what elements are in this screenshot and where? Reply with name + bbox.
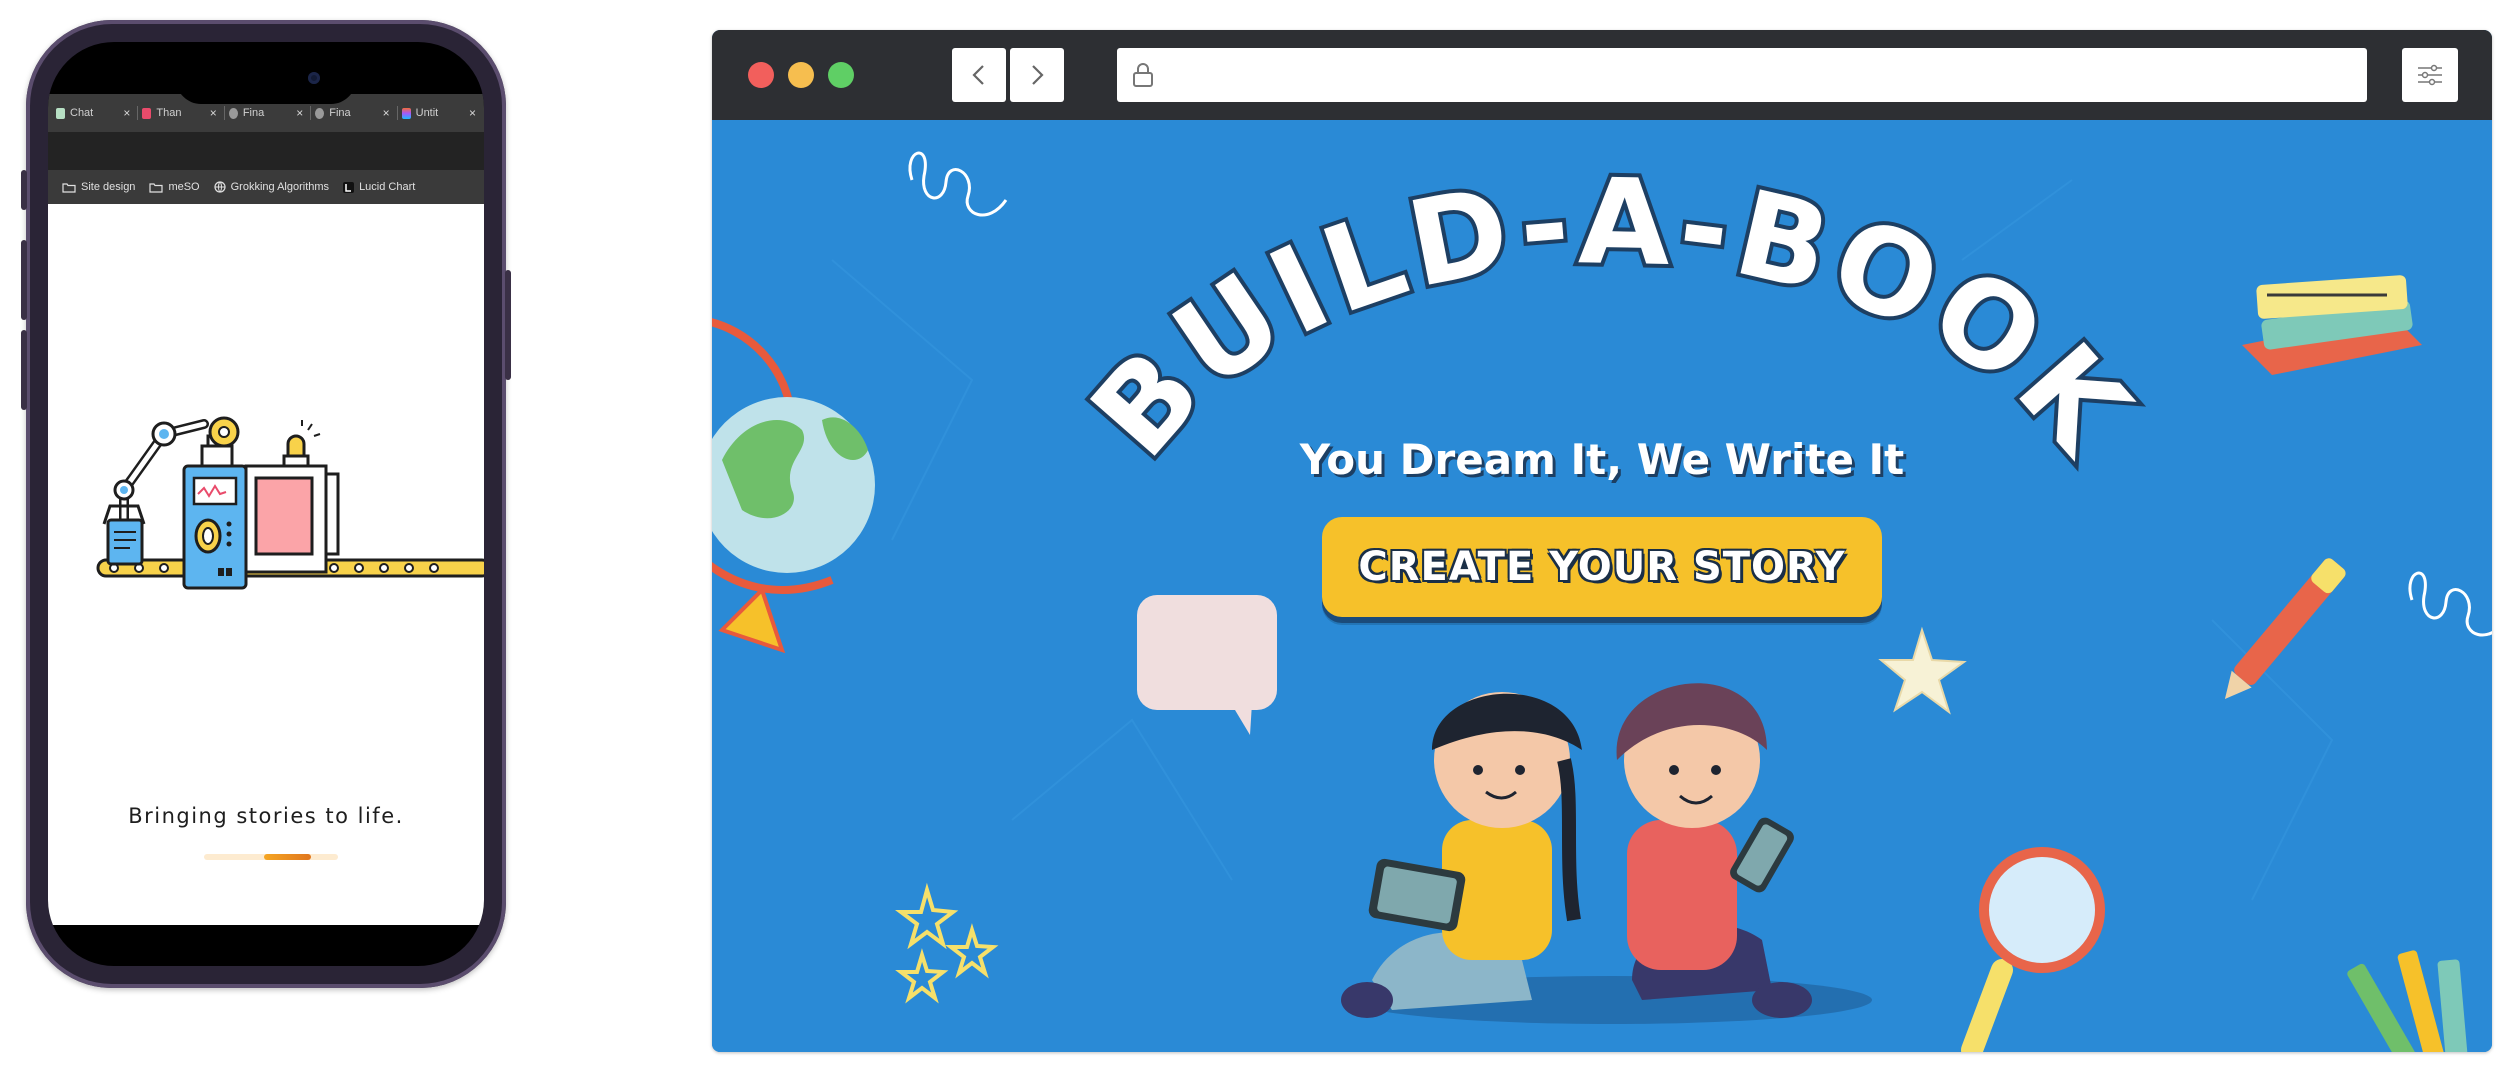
chevron-left-icon [972,65,984,85]
bookmarks-bar: Site design meSO Grokking Algorithms Luc… [48,170,484,204]
phone-volume-down [21,330,27,410]
pencil-icon [2224,558,2346,700]
close-icon[interactable]: × [383,106,390,120]
sliders-icon [2418,64,2442,86]
globe-icon [214,181,226,193]
chat-favicon-icon [56,107,65,119]
tab-label: Fina [242,107,265,119]
maximize-window-button[interactable] [828,62,854,88]
bookmark-site-design[interactable]: Site design [62,181,135,193]
chevron-right-icon [1032,65,1044,85]
tab-chat[interactable]: Chat × [52,98,139,128]
loading-progress-fill [264,854,311,860]
cta-label: CREATE YOUR STORY [1358,544,1846,590]
close-icon[interactable]: × [123,106,130,120]
tab-label: Untit [415,107,439,119]
phone-mute-switch [21,170,27,210]
close-window-button[interactable] [748,62,774,88]
close-icon[interactable]: × [296,106,303,120]
create-your-story-button[interactable]: CREATE YOUR STORY [1322,517,1882,617]
squiggle-decoration-icon [908,151,1008,217]
minimize-window-button[interactable] [788,62,814,88]
bookmark-grokking-algorithms[interactable]: Grokking Algorithms [214,181,329,193]
bookmark-lucid-chart[interactable]: Lucid Chart [343,181,415,193]
hero-title-text: BUILD-A-BOOK [1065,152,2159,482]
books-stack-icon [2242,275,2422,375]
address-bar[interactable] [1117,48,2367,102]
loading-page: Bringing stories to life. [48,204,484,925]
magnifying-glass-icon [1961,847,2105,1052]
forward-button[interactable] [1010,48,1064,102]
lucid-icon [343,181,355,193]
lock-icon [1133,63,1153,87]
bookmark-label: Lucid Chart [359,181,416,193]
folder-icon [62,182,76,193]
openai-favicon-icon [228,107,238,119]
art-supplies-icon [2347,950,2469,1052]
star-icon [1878,626,1967,715]
camera-icon [308,72,320,84]
phone-power-button [505,270,511,380]
robot-factory-illustration [96,416,484,590]
girl-reading-tablet-illustration [1341,692,1582,1018]
phone-address-bar[interactable] [48,132,484,170]
than-favicon-icon [142,107,152,119]
dynamic-island [176,54,356,104]
openai-favicon-icon [315,107,325,119]
bookmark-meso[interactable]: meSO [149,181,200,193]
tab-label: Than [156,107,182,119]
close-icon[interactable]: × [210,106,217,120]
loading-progress-bar [204,854,338,860]
tab-label: Fina [329,107,351,119]
phone-mockup: Chat × Than × Fina × Fina × Untit × Site… [21,20,511,988]
loading-message: Bringing stories to life. [128,804,404,828]
settings-menu-button[interactable] [2402,48,2458,102]
figma-favicon-icon [401,107,411,119]
hero-subtitle: You Dream It, We Write It [1299,435,1905,484]
bookmark-label: meSO [168,181,200,193]
hero-section: BUILD-A-BOOK You Dream It, We Write It C… [712,120,2492,1052]
browser-window: BUILD-A-BOOK You Dream It, We Write It C… [712,30,2492,1052]
stars-cluster-icon [895,882,999,1004]
boy-reading-phone-illustration [1616,683,1812,1018]
bookmark-label: Site design [81,181,136,193]
close-icon[interactable]: × [469,106,476,120]
tab-untitled[interactable]: Untit × [398,98,484,128]
globe-icon [712,318,875,654]
phone-screen: Chat × Than × Fina × Fina × Untit × Site… [48,42,484,966]
speech-bubble-icon [1137,595,1277,735]
tab-label: Chat [70,107,94,119]
bookmark-label: Grokking Algorithms [230,181,330,193]
back-button[interactable] [952,48,1006,102]
phone-volume-up [21,240,27,320]
browser-toolbar [712,30,2492,120]
folder-icon [149,182,164,193]
squiggle-decoration-icon [2408,571,2492,637]
